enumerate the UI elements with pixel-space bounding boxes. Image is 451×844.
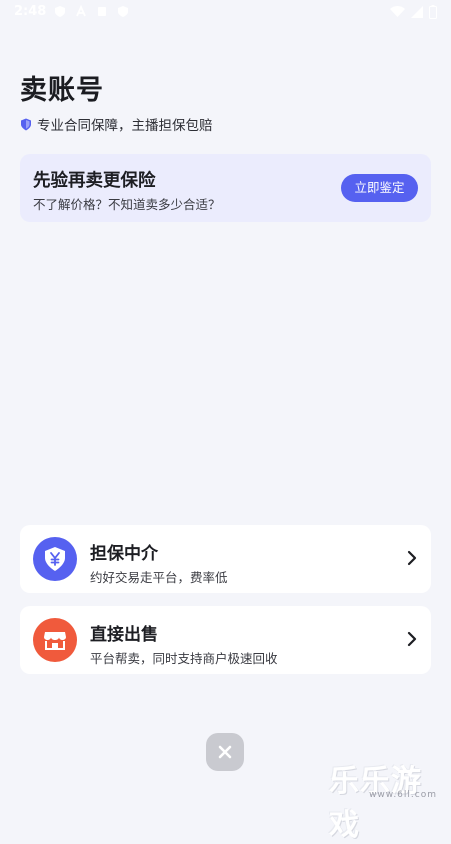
text-icon	[76, 5, 86, 17]
direct-sale-option-card[interactable]: 直接出售 平台帮卖，同时支持商户极速回收	[20, 606, 431, 674]
status-icons-right	[390, 5, 437, 19]
shield-icon	[118, 6, 128, 17]
verify-description: 不了解价格？不知道卖多少合适？	[33, 197, 221, 212]
yen-shield-icon	[33, 537, 77, 581]
shield-icon	[98, 7, 106, 16]
escrow-option-description: 约好交易走平台，费率低	[90, 570, 228, 585]
wifi-icon	[390, 6, 405, 17]
close-button[interactable]	[206, 733, 244, 771]
signal-icon	[411, 6, 423, 18]
watermark-logo-text: 乐乐游戏	[329, 764, 422, 843]
page-title: 卖账号	[20, 75, 104, 106]
subtitle-row: 专业合同保障，主播担保包赔	[20, 114, 213, 134]
escrow-option-title: 担保中介	[90, 544, 158, 564]
chevron-right-icon	[407, 631, 417, 647]
status-time: 2:48	[14, 4, 47, 19]
close-icon	[218, 745, 232, 759]
subtitle-text: 专业合同保障，主播担保包赔	[37, 118, 213, 134]
shield-check-icon	[21, 118, 31, 130]
store-icon	[33, 618, 77, 662]
appraise-now-button[interactable]: 立即鉴定	[341, 174, 418, 202]
shield-icon	[55, 6, 65, 17]
escrow-option-card[interactable]: 担保中介 约好交易走平台，费率低	[20, 525, 431, 593]
direct-sale-option-title: 直接出售	[90, 625, 158, 645]
verify-card: 先验再卖更保险 不了解价格？不知道卖多少合适？ 立即鉴定	[20, 154, 431, 222]
status-icons-left	[54, 5, 129, 18]
direct-sale-option-description: 平台帮卖，同时支持商户极速回收	[90, 651, 278, 666]
status-bar: 2:48	[0, 0, 451, 26]
watermark-url: www.6ll.com	[369, 790, 437, 800]
battery-icon	[429, 5, 437, 19]
watermark: 乐乐游戏 www.6ll.com	[329, 756, 447, 843]
chevron-right-icon	[407, 550, 417, 566]
verify-title: 先验再卖更保险	[33, 171, 156, 191]
